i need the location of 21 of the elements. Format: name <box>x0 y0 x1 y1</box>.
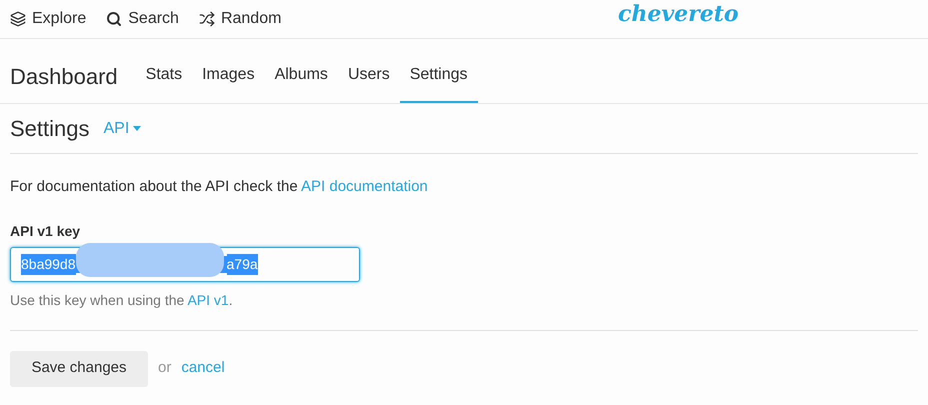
section-title: Settings <box>10 115 90 143</box>
intro-text: For documentation about the API check the API documentation <box>10 177 429 197</box>
save-button[interactable]: Save changes <box>10 350 148 386</box>
field-label: API v1 key <box>10 222 82 241</box>
search-icon <box>106 11 122 27</box>
nav-link[interactable]: Explore <box>10 7 86 31</box>
nav-link[interactable]: Search <box>106 7 179 31</box>
tab[interactable]: Stats <box>136 63 192 103</box>
nav-link[interactable]: Random <box>198 7 282 31</box>
help-text: Use this key when using the API v1. <box>10 290 234 310</box>
tab[interactable]: Albums <box>264 63 338 103</box>
tab[interactable]: Users <box>338 63 400 103</box>
tab[interactable]: Images <box>192 63 265 103</box>
page-title: Dashboard <box>10 63 118 91</box>
caret-icon <box>133 126 142 131</box>
shuffle-icon <box>198 11 215 27</box>
or-text: or <box>158 358 172 378</box>
tab[interactable]: Settings <box>400 63 478 103</box>
key-start: 8ba99d8 <box>21 254 76 274</box>
layers-icon <box>10 11 26 27</box>
key-end: a79a <box>226 254 258 274</box>
